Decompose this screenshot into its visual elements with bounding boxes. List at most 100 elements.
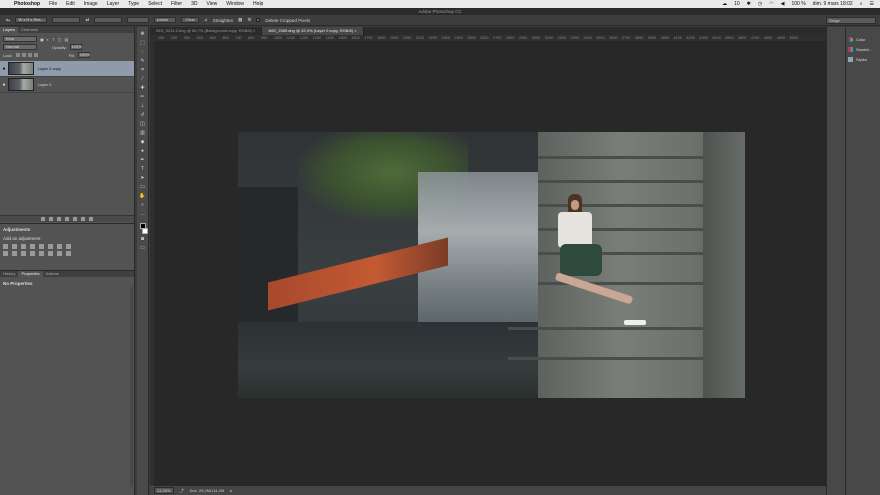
crop-tool-icon[interactable]: ⌗▾ (6, 18, 10, 23)
zoom-tool-icon[interactable]: ⌕ (139, 202, 147, 209)
menu-help[interactable]: Help (253, 1, 263, 7)
gradient-tool-icon[interactable]: ▥ (139, 130, 147, 137)
curves-icon[interactable] (21, 244, 26, 249)
menu-edit[interactable]: Edit (66, 1, 75, 7)
clock-icon[interactable]: ◷ (758, 1, 762, 7)
zoom-level-field[interactable]: 33,33% (154, 487, 174, 494)
eye-icon[interactable]: ● (0, 66, 8, 72)
layer-filter-kind[interactable]: Kind (3, 36, 37, 42)
history-brush-icon[interactable]: ↺ (139, 112, 147, 119)
volume-icon[interactable]: ◀ (781, 1, 785, 7)
blur-tool-icon[interactable]: ◆ (139, 139, 147, 146)
app-menu[interactable]: Photoshop (14, 1, 40, 7)
marquee-tool-icon[interactable]: ⬚ (139, 40, 147, 47)
height-field[interactable] (94, 17, 123, 23)
exposure-icon[interactable] (30, 244, 35, 249)
fx-icon[interactable] (49, 217, 53, 221)
gradient-map-icon[interactable] (66, 251, 71, 256)
brightness-icon[interactable] (3, 244, 8, 249)
shape-tool-icon[interactable]: ▭ (139, 184, 147, 191)
collapsed-panel-strip[interactable] (827, 27, 846, 495)
filter-type-icon[interactable]: T (52, 37, 54, 42)
color-lookup-icon[interactable] (30, 251, 35, 256)
status-menu-arrow-icon[interactable]: ▸ (230, 488, 232, 493)
hue-icon[interactable] (57, 244, 62, 249)
resolution-field[interactable] (127, 17, 150, 23)
document-info[interactable]: Doc: 29,2M/114,2M (190, 488, 225, 493)
layer-row[interactable]: ● Layer 0 (0, 77, 134, 93)
brush-tool-icon[interactable]: ✏ (139, 94, 147, 101)
wifi-icon[interactable]: ◠ (769, 1, 773, 7)
document-photo[interactable] (238, 132, 745, 398)
fill-field[interactable]: 100% (77, 52, 90, 58)
stamp-tool-icon[interactable]: ⊥ (139, 103, 147, 110)
levels-icon[interactable] (12, 244, 17, 249)
menu-type[interactable]: Type (128, 1, 139, 7)
type-tool-icon[interactable]: T (139, 166, 147, 173)
path-select-icon[interactable]: ➤ (139, 175, 147, 182)
layer-row[interactable]: ● Layer 0 copy (0, 61, 134, 77)
tab-actions[interactable]: Actions (43, 271, 62, 277)
quick-select-tool-icon[interactable]: ✎ (139, 58, 147, 65)
menu-file[interactable]: File (49, 1, 57, 7)
photo-filter-icon[interactable] (12, 251, 17, 256)
units-select[interactable]: px/cm (154, 17, 177, 23)
eyedropper-tool-icon[interactable]: ⁄ (139, 76, 147, 83)
lock-all-icon[interactable] (33, 53, 38, 57)
eye-icon[interactable]: ● (0, 82, 8, 88)
dock-item-color[interactable]: Color (848, 37, 866, 42)
ratio-select[interactable]: W x H x Res... (15, 17, 48, 23)
properties-scrollbar[interactable] (130, 287, 133, 487)
doc-tab[interactable]: IMG_0211-2.dng @ 66,7% (Background copy,… (150, 27, 263, 35)
trash-icon[interactable] (89, 217, 93, 221)
dock-item-styles[interactable]: Styles (848, 57, 867, 62)
bw-icon[interactable] (3, 251, 8, 256)
crop-tool-icon[interactable]: ⌗ (139, 67, 147, 74)
battery-status[interactable]: 100 % (791, 1, 805, 7)
straighten-icon[interactable]: ⊿ (204, 17, 208, 23)
group-icon[interactable] (73, 217, 77, 221)
filter-smart-icon[interactable]: ▤ (64, 37, 68, 42)
menu-image[interactable]: Image (84, 1, 98, 7)
filter-adjust-icon[interactable]: ◐ (47, 37, 49, 42)
lock-pixels-icon[interactable] (15, 53, 20, 57)
background-color-swatch[interactable] (141, 228, 148, 234)
healing-tool-icon[interactable]: ✚ (139, 85, 147, 92)
eraser-tool-icon[interactable]: ◫ (139, 121, 147, 128)
posterize-icon[interactable] (48, 251, 53, 256)
delete-cropped-checkbox[interactable] (256, 18, 261, 22)
tab-layers[interactable]: Layers (0, 27, 19, 33)
width-field[interactable] (52, 17, 81, 23)
lock-position-icon[interactable] (27, 53, 32, 57)
blend-mode-select[interactable]: Normal (3, 44, 37, 50)
channel-mixer-icon[interactable] (21, 251, 26, 256)
hand-tool-icon[interactable]: ✋ (139, 193, 147, 200)
cloud-icon[interactable]: ☁ (722, 1, 727, 7)
menubar-clock[interactable]: dim. 9 mars 18:02 (813, 1, 853, 7)
grid-overlay-icon[interactable]: ▦ (238, 17, 242, 23)
clear-button[interactable]: Clear (181, 17, 199, 23)
tab-properties[interactable]: Properties (18, 271, 43, 277)
doc-tab-active[interactable]: IMG_2389.dng @ 33,3% (Layer 0 copy, RGB/… (262, 27, 364, 35)
lock-paint-icon[interactable] (21, 53, 26, 57)
export-icon[interactable]: ⤴ (180, 488, 184, 494)
menu-layer[interactable]: Layer (107, 1, 120, 7)
gear-icon[interactable]: ⚙ (247, 17, 251, 23)
adjustment-layer-icon[interactable] (65, 217, 69, 221)
swap-icon[interactable]: ⇄ (85, 17, 89, 23)
new-layer-icon[interactable] (81, 217, 85, 221)
filter-shape-icon[interactable]: ▢ (58, 37, 62, 42)
workspace-select[interactable]: Serge (826, 17, 876, 24)
opacity-field[interactable]: 100% (69, 44, 82, 50)
menu-view[interactable]: View (207, 1, 218, 7)
pen-tool-icon[interactable]: ✒ (139, 157, 147, 164)
dock-item-swatches[interactable]: Swatch... (848, 47, 872, 52)
menu-filter[interactable]: Filter (171, 1, 182, 7)
color-balance-icon[interactable] (66, 244, 71, 249)
bluetooth-icon[interactable]: ✱ (747, 1, 751, 7)
dodge-tool-icon[interactable]: ● (139, 148, 147, 155)
notification-badge[interactable]: 10 (734, 1, 740, 7)
list-icon[interactable]: ☰ (870, 1, 874, 7)
vibrance-icon[interactable] (39, 244, 44, 249)
tab-channels[interactable]: Channels (18, 27, 41, 33)
